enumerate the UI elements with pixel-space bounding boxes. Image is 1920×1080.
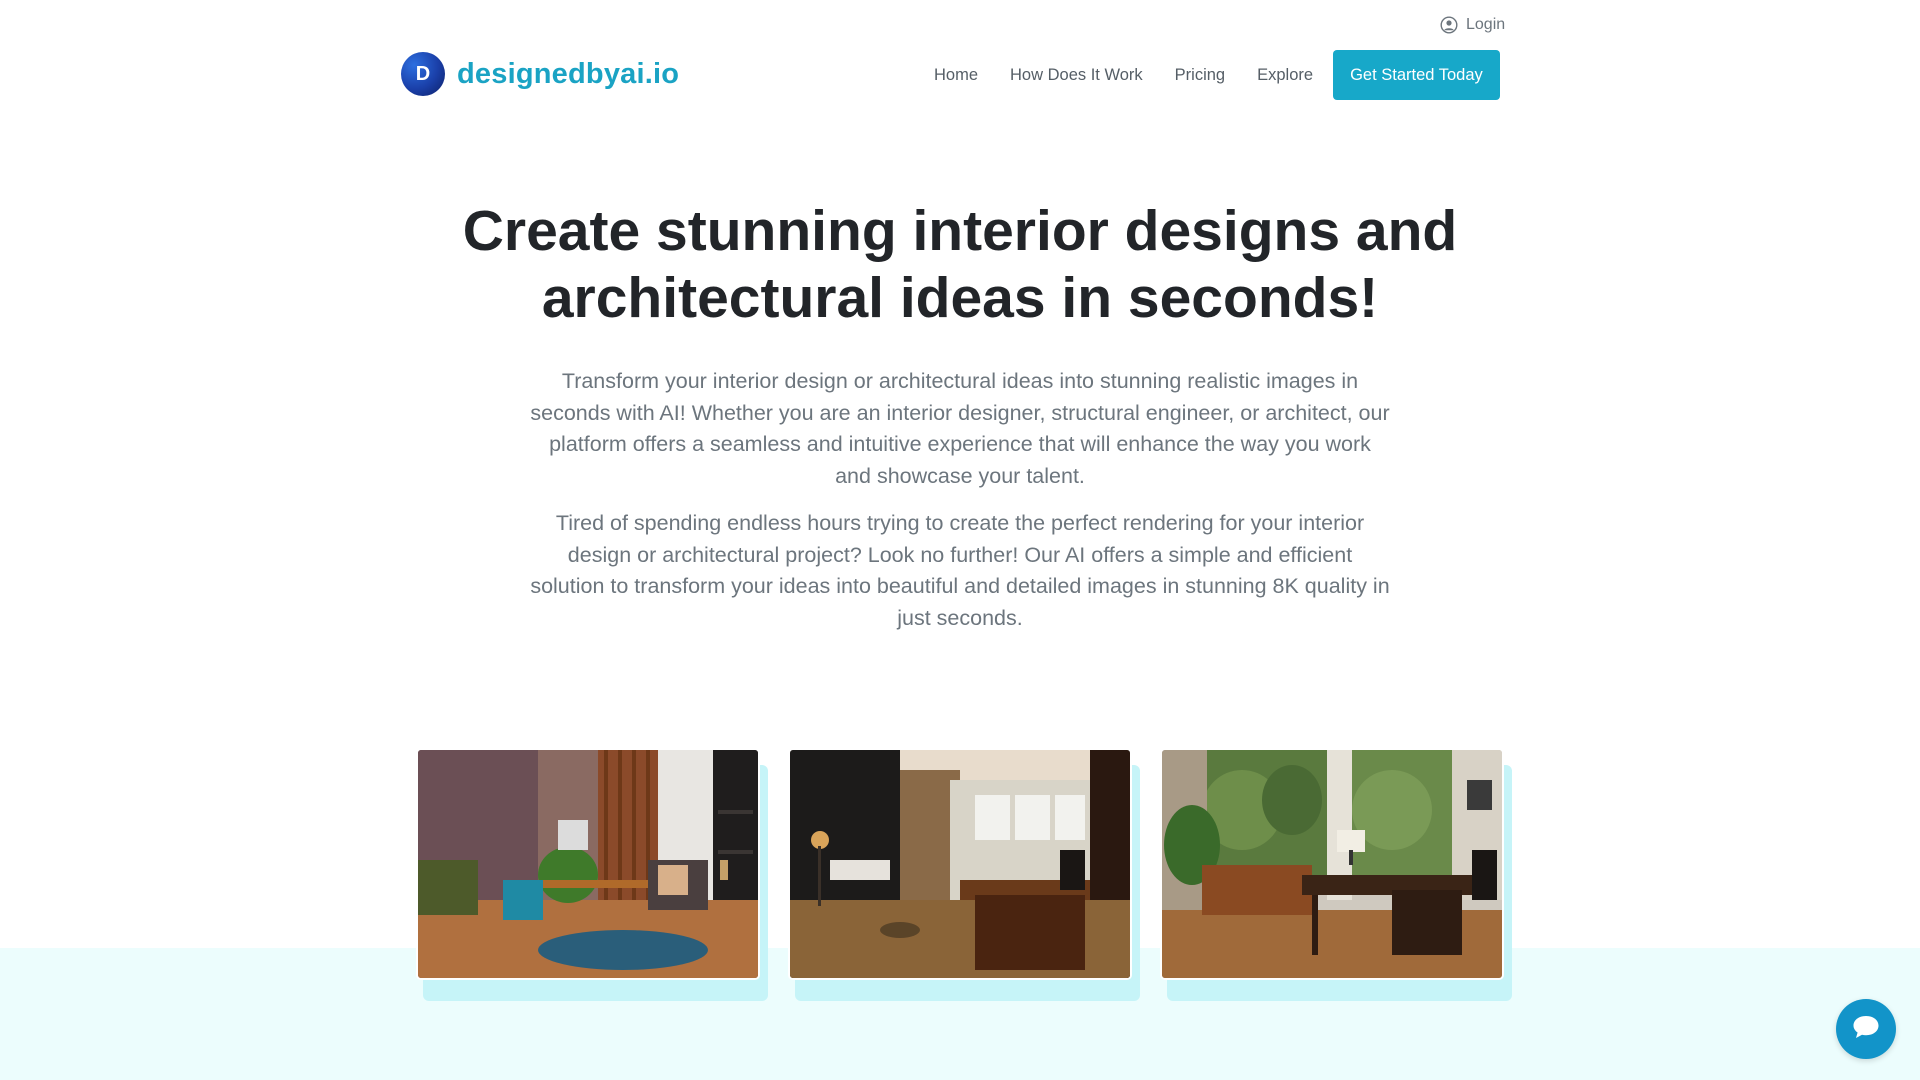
nav-how-does-it-work[interactable]: How Does It Work [994,66,1159,85]
brand-logo-icon: D [401,52,445,96]
office-render-image [1162,750,1502,978]
brand-logo-link[interactable]: D designedbyai.io [401,52,679,96]
brand-name: designedbyai.io [457,57,680,90]
chat-button[interactable] [1836,999,1896,1059]
nav-explore[interactable]: Explore [1241,66,1329,85]
login-link[interactable]: Login [1440,16,1505,34]
brand-letter: D [415,62,431,85]
office-render-image [790,750,1130,978]
nav-home[interactable]: Home [918,66,994,85]
hero-title: Create stunning interior designs and arc… [462,199,1458,330]
hero-paragraph-1: Transform your interior design or archit… [530,369,1390,488]
gallery-card[interactable] [790,750,1140,1001]
user-circle-icon [1440,16,1458,34]
chat-icon [1851,1013,1881,1046]
main-nav: Home How Does It Work Pricing Explore Ge… [918,50,1500,100]
office-render-image [418,750,758,978]
login-label: Login [1466,16,1506,33]
hero-paragraph-2: Tired of spending endless hours trying t… [530,511,1390,630]
get-started-button[interactable]: Get Started Today [1333,50,1500,100]
nav-pricing[interactable]: Pricing [1159,66,1241,85]
gallery-card[interactable] [1162,750,1512,1001]
gallery-card[interactable] [418,750,768,1001]
